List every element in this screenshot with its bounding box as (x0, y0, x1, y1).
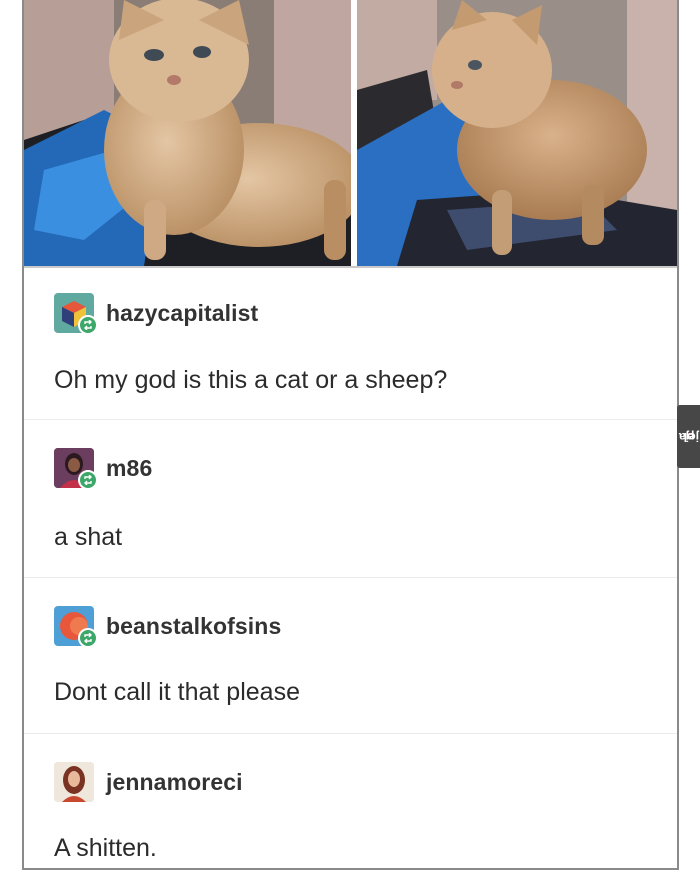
watermark-tab: jeja. pl (677, 405, 700, 468)
photo-set[interactable] (24, 0, 677, 268)
kitten-photo-left[interactable] (24, 0, 351, 266)
reblog-entry: hazycapitalist Oh my god is this a cat o… (24, 268, 677, 420)
post-username[interactable]: beanstalkofsins (106, 613, 281, 640)
post-text: A shitten. (54, 834, 157, 862)
post-username[interactable]: hazycapitalist (106, 300, 258, 327)
reblog-icon (78, 315, 98, 335)
reblog-icon (78, 628, 98, 648)
kitten-photo-right[interactable] (357, 0, 677, 266)
post-text: Dont call it that please (54, 678, 300, 706)
post-text: a shat (54, 523, 123, 551)
user-photo-avatar[interactable] (54, 762, 94, 802)
tumblr-post-card: hazycapitalist Oh my god is this a cat o… (22, 0, 679, 870)
reblog-entry: m86 a shat (24, 420, 677, 578)
reblog-icon (78, 470, 98, 490)
post-username[interactable]: m86 (106, 455, 152, 482)
post-text: Oh my god is this a cat or a sheep? (54, 366, 448, 394)
post-username[interactable]: jennamoreci (106, 769, 243, 796)
reblog-entry: jennamoreci A shitten. (24, 734, 677, 868)
reblog-entry: beanstalkofsins Dont call it that please (24, 578, 677, 734)
